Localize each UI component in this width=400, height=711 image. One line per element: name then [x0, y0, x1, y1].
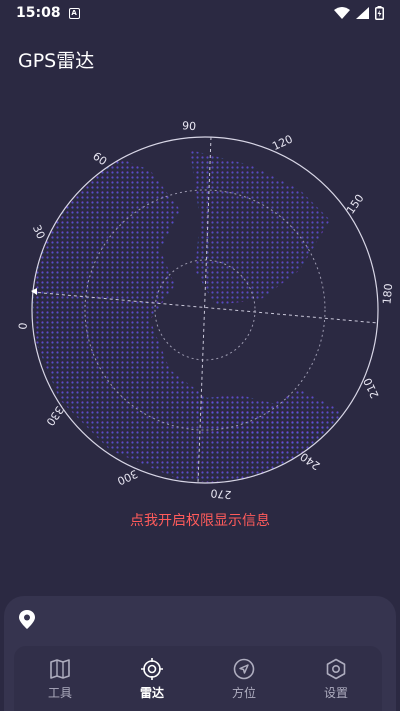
settings-hexagon-icon [326, 658, 346, 680]
nav-label-radar: 雷达 [139, 686, 164, 700]
radar-tick-label: 300 [115, 467, 140, 488]
radar-icon [141, 658, 163, 680]
radar-tick-label: 60 [90, 150, 109, 169]
status-bar: 15:08 A [0, 0, 400, 26]
radar-tick-label: 180 [380, 283, 395, 305]
compass-arrow-icon [233, 658, 255, 680]
radar-tick-label: 90 [181, 119, 196, 133]
radar-tick-label: 270 [210, 486, 232, 500]
radar-view: 90 60 30 0 330 300 270 240 210 180 150 120 [0, 110, 400, 501]
nav-item-tools[interactable]: 工具 [20, 658, 100, 701]
radar-tick-label: 120 [270, 132, 295, 153]
location-pin-icon [19, 610, 35, 629]
nav-label-tools: 工具 [47, 686, 72, 700]
world-map-dots [32, 150, 360, 483]
radar-tick-label: 30 [30, 223, 48, 241]
status-icons [334, 6, 384, 20]
status-time: 15:08 [16, 5, 61, 21]
nav-item-radar[interactable]: 雷达 [112, 658, 192, 701]
radar-tick-label: 0 [15, 322, 29, 330]
map-icon [50, 659, 70, 679]
radar-globe: 9060300330300270240210180150120 [15, 119, 395, 501]
battery-icon [375, 6, 384, 20]
bottom-nav: 工具 雷达 方位 设置 [14, 646, 382, 711]
wifi-icon [334, 7, 350, 19]
page-title: GPS雷达 [18, 50, 95, 72]
nav-item-direction[interactable]: 方位 [204, 658, 284, 701]
nav-label-settings: 设置 [323, 686, 348, 700]
nav-label-direction: 方位 [231, 686, 256, 700]
signal-icon [356, 7, 369, 19]
notification-icon: A [68, 7, 80, 19]
enable-permission-link[interactable]: 点我开启权限显示信息 [0, 510, 400, 530]
nav-item-settings[interactable]: 设置 [296, 658, 376, 701]
